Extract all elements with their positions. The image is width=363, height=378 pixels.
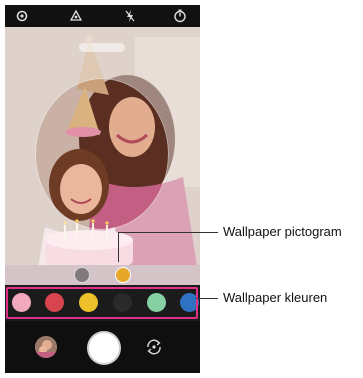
color-swatch-pink[interactable] xyxy=(12,293,31,312)
camera-viewfinder[interactable] xyxy=(5,27,200,285)
color-swatch-red[interactable] xyxy=(45,293,64,312)
timer-icon[interactable] xyxy=(173,9,187,23)
wallpaper-selected-icon[interactable] xyxy=(115,267,131,283)
pictogram-callout-stem xyxy=(118,232,119,262)
flash-off-icon[interactable] xyxy=(123,9,137,23)
settings-icon[interactable] xyxy=(15,9,29,23)
switch-camera-icon[interactable] xyxy=(145,338,163,356)
mode-indicator xyxy=(79,43,125,52)
color-swatch-blue[interactable] xyxy=(180,293,199,312)
color-swatch-black[interactable] xyxy=(113,293,132,312)
pictogram-callout-line xyxy=(118,232,218,233)
wallpaper-off-icon[interactable] xyxy=(74,267,90,283)
camera-bottom-bar xyxy=(5,321,200,373)
pictogram-callout-label: Wallpaper pictogram xyxy=(223,224,342,239)
color-swatch-mint[interactable] xyxy=(147,293,166,312)
colors-callout-line xyxy=(196,298,218,299)
wallpaper-circle-mask xyxy=(35,78,169,230)
shutter-button[interactable] xyxy=(87,331,121,365)
phone-screen xyxy=(5,5,200,373)
gallery-thumbnail[interactable] xyxy=(35,336,57,358)
wallpaper-color-palette xyxy=(5,285,200,321)
camera-toolbar xyxy=(5,5,200,27)
color-swatch-yellow[interactable] xyxy=(79,293,98,312)
sticker-icon[interactable] xyxy=(69,9,83,23)
colors-callout-label: Wallpaper kleuren xyxy=(223,290,328,305)
